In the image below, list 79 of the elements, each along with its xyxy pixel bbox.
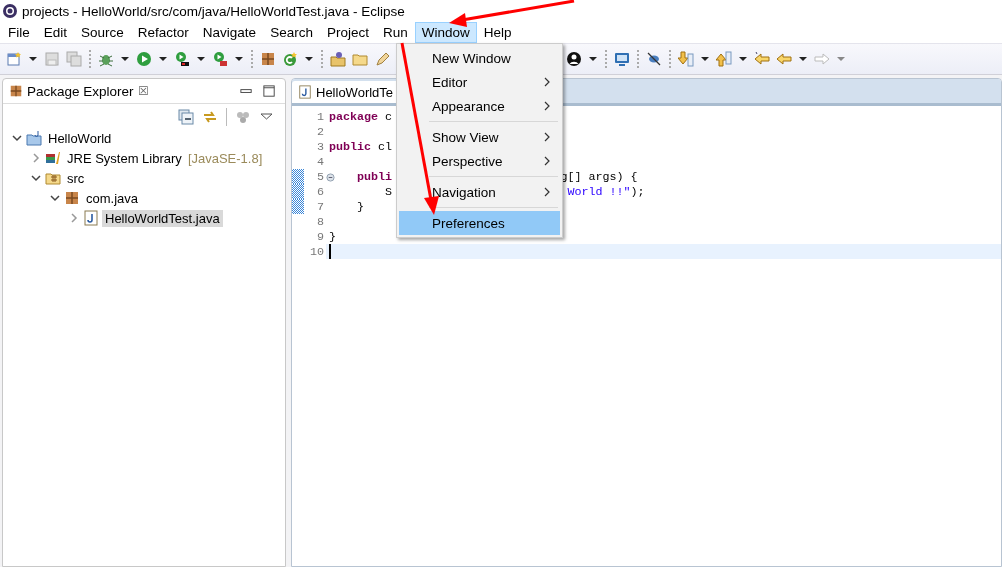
eye-slash-icon[interactable] (646, 51, 662, 67)
menu-item[interactable]: Search (263, 22, 320, 43)
line-number: 1 (317, 109, 324, 124)
tree-item[interactable]: JRE System Library (64, 149, 185, 167)
tree-item[interactable]: com.java (83, 189, 142, 207)
new-file-icon[interactable] (6, 51, 22, 67)
menu-option[interactable]: Perspective (399, 149, 560, 173)
code-text: S (384, 184, 393, 199)
menu-item[interactable]: Source (74, 22, 131, 43)
menu-item[interactable]: Project (319, 22, 376, 43)
close-icon[interactable]: ☒ (137, 84, 149, 98)
collapse-all-icon[interactable] (178, 109, 194, 125)
menu-item[interactable]: Window (414, 22, 477, 43)
tree-item[interactable]: HelloWorldTest.java (102, 209, 223, 227)
line-number: 2 (317, 124, 324, 139)
code-text: ); (630, 184, 645, 199)
open-folder-icon[interactable] (330, 51, 346, 67)
new-class-icon[interactable] (282, 51, 298, 67)
source-folder-icon (45, 170, 61, 186)
last-edit-icon[interactable] (754, 51, 770, 67)
line-number: 7 (317, 199, 324, 214)
menu-option[interactable]: Navigation (399, 180, 560, 204)
text-cursor (329, 244, 331, 259)
menu-item[interactable]: Navigate (195, 22, 264, 43)
menu-item[interactable]: Run (375, 22, 415, 43)
tree-item[interactable]: src (64, 169, 88, 187)
run-icon[interactable] (136, 51, 152, 67)
line-number: 5 (317, 169, 324, 184)
library-version: [JavaSE-1.8] (187, 150, 263, 166)
package-explorer-icon (9, 84, 23, 98)
menu-option[interactable]: Preferences (399, 211, 560, 235)
line-number: 3 (317, 139, 324, 154)
maximize-icon[interactable] (262, 83, 277, 99)
code-text: cl (377, 139, 393, 154)
link-editor-icon[interactable] (202, 109, 218, 125)
code-text: World !!" (567, 184, 631, 199)
menu-item[interactable]: Refactor (130, 22, 196, 43)
line-number: 10 (309, 244, 324, 259)
previous-annotation-icon[interactable] (716, 51, 732, 67)
coverage-icon[interactable] (174, 51, 190, 67)
menu-option[interactable]: Appearance (399, 94, 560, 118)
code-text: c (384, 109, 393, 124)
collapsed-chevron-icon[interactable] (31, 153, 41, 163)
code-text: public (329, 139, 372, 154)
pen-icon[interactable] (374, 51, 390, 67)
collapsed-chevron-icon[interactable] (69, 213, 79, 223)
monitor-icon[interactable] (614, 51, 630, 67)
expanded-chevron-icon[interactable] (50, 193, 60, 203)
line-number: 6 (317, 184, 324, 199)
line-number: 9 (317, 229, 324, 244)
view-title: Package Explorer (27, 83, 134, 99)
person-icon[interactable] (566, 51, 582, 67)
menu-option[interactable]: Show View (399, 125, 560, 149)
code-text: package (329, 109, 379, 124)
next-annotation-icon[interactable] (678, 51, 694, 67)
package-icon[interactable] (260, 51, 276, 67)
window-title: projects - HelloWorld/src/com/java/HelloWorldTest.java - Eclipse (22, 3, 405, 19)
books-icon (45, 150, 61, 166)
view-tab[interactable]: Package Explorer ☒ (3, 79, 155, 103)
run-tools-icon[interactable] (212, 51, 228, 67)
menu-item[interactable]: File (1, 22, 37, 43)
package-icon (64, 190, 80, 206)
menu-option[interactable]: Editor (399, 70, 560, 94)
java-file-icon (298, 85, 312, 99)
tree-item[interactable]: HelloWorld (45, 129, 115, 147)
code-text: publi (357, 169, 393, 184)
menu-item[interactable]: Help (476, 22, 519, 43)
menu-item[interactable]: Edit (36, 22, 75, 43)
project-folder-icon (26, 130, 42, 146)
back-icon[interactable] (776, 51, 792, 67)
expanded-chevron-icon[interactable] (31, 173, 41, 183)
fold-icon[interactable] (326, 172, 335, 182)
java-file-icon (83, 210, 99, 226)
code-text: } (329, 229, 336, 244)
line-number: 4 (317, 154, 324, 169)
line-number: 8 (317, 214, 324, 229)
menu-option[interactable]: New Window (399, 46, 560, 70)
expanded-chevron-icon[interactable] (12, 133, 22, 143)
code-text: } (356, 199, 365, 214)
